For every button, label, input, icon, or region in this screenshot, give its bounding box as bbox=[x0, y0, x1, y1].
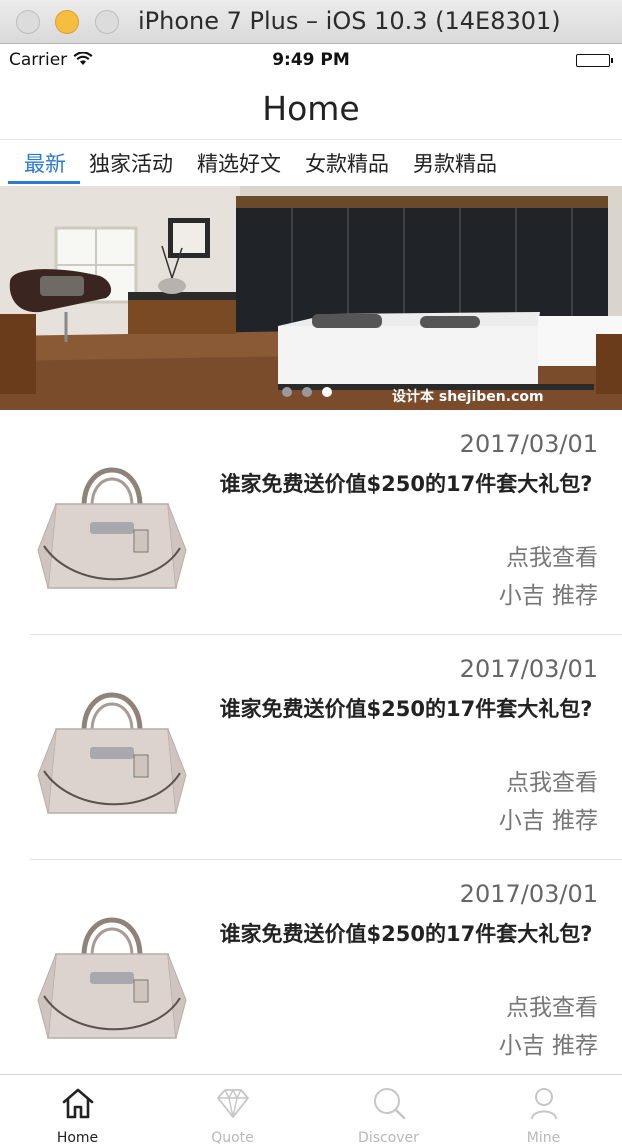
search-icon bbox=[374, 1088, 406, 1120]
person-icon bbox=[531, 1088, 557, 1120]
page-dot[interactable] bbox=[282, 387, 292, 397]
tab-exclusive-events[interactable]: 独家活动 bbox=[89, 148, 173, 178]
category-tabs: 最新 独家活动 精选好文 女款精品 男款精品 bbox=[0, 140, 622, 186]
article-date: 2017/03/01 bbox=[459, 655, 598, 683]
tab-bar-label: Home bbox=[56, 1130, 99, 1146]
zoom-window-button[interactable] bbox=[95, 10, 119, 34]
navigation-bar: Home bbox=[0, 75, 622, 140]
tab-mens-picks[interactable]: 男款精品 bbox=[413, 148, 497, 178]
close-window-button[interactable] bbox=[16, 10, 40, 34]
article-title[interactable]: 谁家免费送价值$250的17件套大礼包? bbox=[210, 470, 602, 499]
bedroom-banner-image bbox=[0, 186, 622, 410]
house-icon bbox=[62, 1088, 94, 1119]
banner-carousel[interactable]: 设计本 shejiben.com bbox=[0, 186, 622, 410]
carousel-page-indicator[interactable] bbox=[282, 382, 342, 401]
bottom-tab-bar: Home Quote Discover Mine bbox=[0, 1074, 622, 1148]
status-bar: Carrier 9:49 PM bbox=[0, 45, 622, 75]
tab-bar-label: Discover bbox=[358, 1130, 419, 1146]
tab-bar-label: Mine bbox=[526, 1130, 561, 1146]
recommended-by: 小吉 推荐 bbox=[498, 583, 598, 609]
diamond-icon bbox=[217, 1088, 249, 1118]
page-title: Home bbox=[262, 89, 360, 128]
handbag-thumbnail bbox=[37, 917, 187, 1039]
tab-bar-quote[interactable]: Quote bbox=[155, 1075, 310, 1148]
list-item[interactable]: 2017/03/01 谁家免费送价值$250的17件套大礼包? 点我查看 小吉 … bbox=[0, 860, 622, 1085]
simulator-title-bar: iPhone 7 Plus – iOS 10.3 (14E8301) bbox=[0, 0, 622, 44]
minimize-window-button[interactable] bbox=[55, 10, 79, 34]
tab-featured-articles[interactable]: 精选好文 bbox=[197, 148, 281, 178]
banner-watermark: 设计本 shejiben.com bbox=[392, 389, 544, 405]
page-dot[interactable] bbox=[302, 387, 312, 397]
view-details-link[interactable]: 点我查看 bbox=[506, 763, 598, 797]
tab-bar-home[interactable]: Home bbox=[0, 1075, 155, 1148]
list-item[interactable]: 2017/03/01 谁家免费送价值$250的17件套大礼包? 点我查看 小吉 … bbox=[0, 635, 622, 860]
battery-icon bbox=[576, 54, 613, 67]
article-title[interactable]: 谁家免费送价值$250的17件套大礼包? bbox=[210, 695, 602, 724]
tab-bar-discover[interactable]: Discover bbox=[311, 1075, 466, 1148]
page-dot-current[interactable] bbox=[322, 387, 332, 397]
view-details-link[interactable]: 点我查看 bbox=[506, 538, 598, 572]
tab-bar-mine[interactable]: Mine bbox=[466, 1075, 621, 1148]
handbag-thumbnail bbox=[37, 692, 187, 814]
window-title: iPhone 7 Plus – iOS 10.3 (14E8301) bbox=[138, 7, 561, 35]
tab-bar-label: Quote bbox=[211, 1130, 254, 1146]
recommended-by: 小吉 推荐 bbox=[498, 808, 598, 834]
tab-womens-picks[interactable]: 女款精品 bbox=[305, 148, 389, 178]
status-time: 9:49 PM bbox=[272, 50, 350, 70]
recommended-by: 小吉 推荐 bbox=[498, 1033, 598, 1059]
active-tab-indicator bbox=[8, 181, 80, 184]
article-date: 2017/03/01 bbox=[459, 430, 598, 458]
list-item[interactable]: 2017/03/01 谁家免费送价值$250的17件套大礼包? 点我查看 小吉 … bbox=[0, 410, 622, 635]
article-title[interactable]: 谁家免费送价值$250的17件套大礼包? bbox=[210, 920, 602, 949]
article-date: 2017/03/01 bbox=[459, 880, 598, 908]
handbag-thumbnail bbox=[37, 467, 187, 589]
view-details-link[interactable]: 点我查看 bbox=[506, 988, 598, 1022]
tab-latest[interactable]: 最新 bbox=[24, 148, 66, 178]
